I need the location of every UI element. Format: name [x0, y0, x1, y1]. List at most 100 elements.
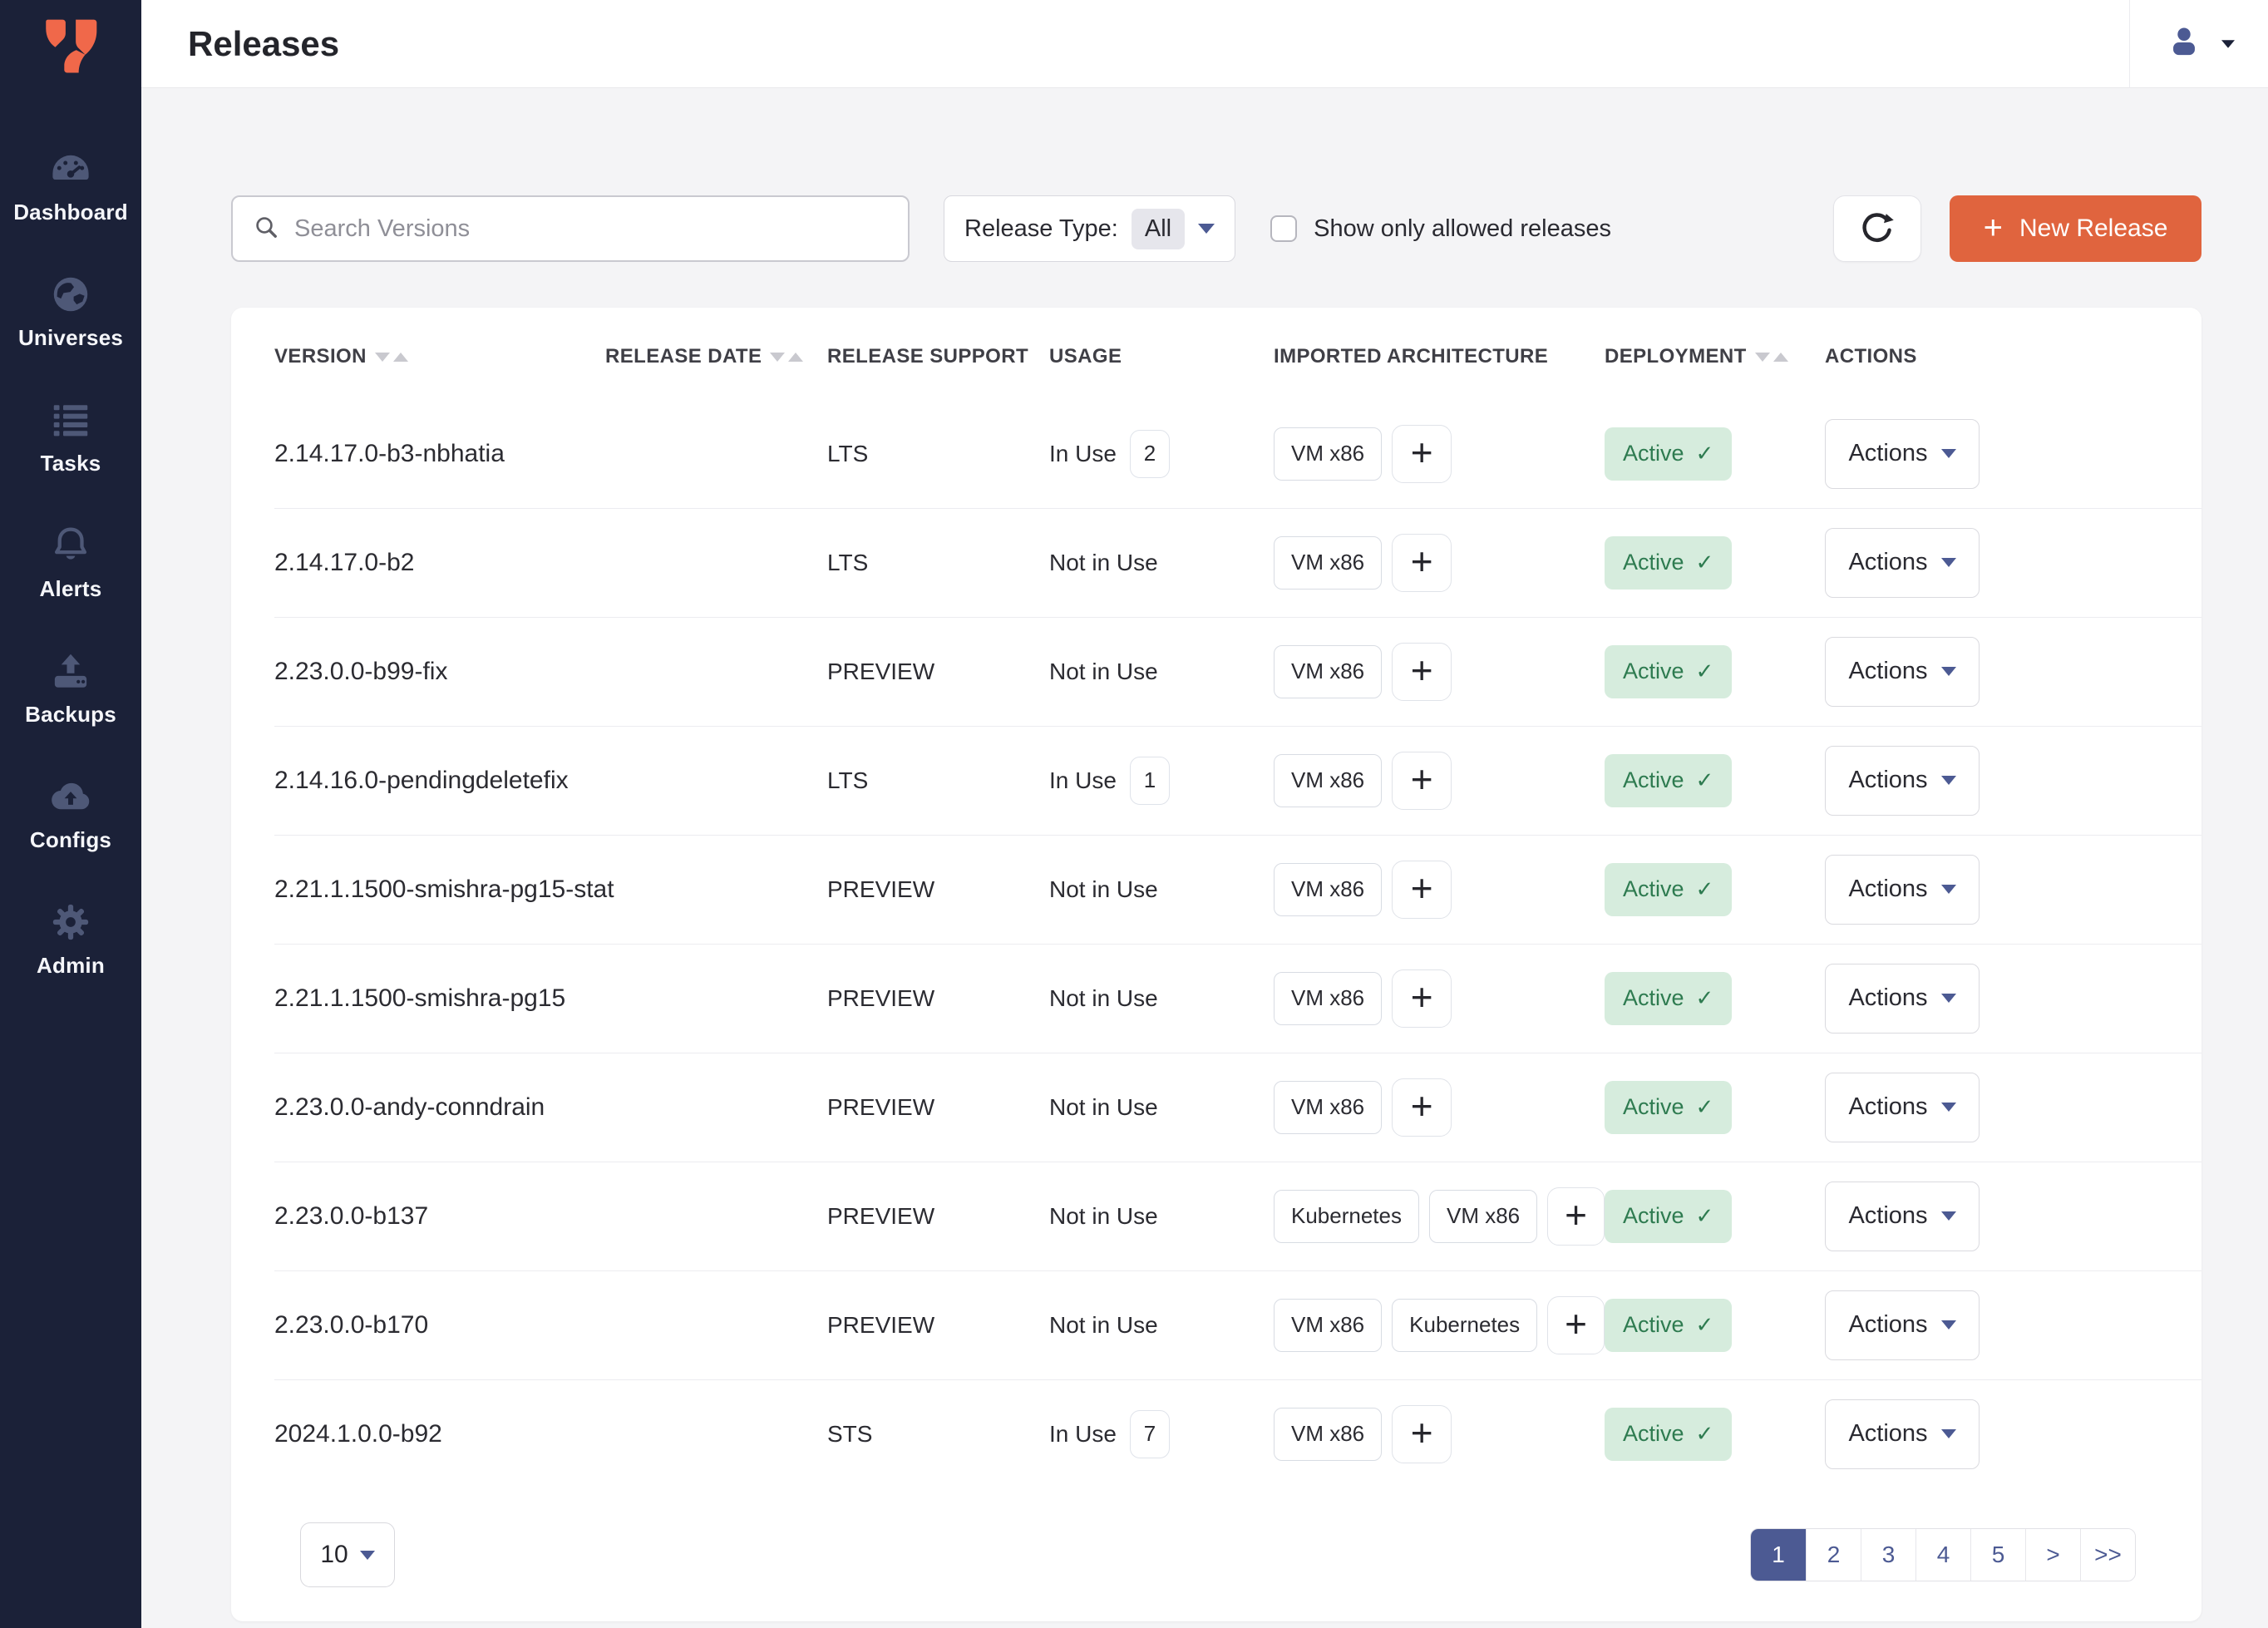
sidebar-item-universes[interactable]: Universes — [0, 272, 141, 351]
sort-icons[interactable] — [770, 353, 803, 362]
column-label: RELEASE DATE — [605, 344, 762, 369]
imported-architecture-cell: VM x86+ — [1274, 643, 1605, 701]
usage-text: Not in Use — [1049, 1312, 1158, 1339]
check-icon: ✓ — [1696, 767, 1714, 793]
release-support-cell: PREVIEW — [827, 985, 1049, 1012]
actions-button-label: Actions — [1848, 549, 1927, 576]
add-architecture-button[interactable]: + — [1392, 969, 1452, 1028]
chevron-down-icon — [1198, 224, 1215, 234]
column-label: RELEASE SUPPORT — [827, 344, 1028, 369]
sidebar-item-configs[interactable]: Configs — [0, 774, 141, 853]
actions-button[interactable]: Actions — [1825, 964, 1980, 1034]
releases-table-card: VERSION RELEASE DATE RELEASE SUPPORT USA… — [231, 308, 2201, 1621]
table-row: 2.21.1.1500-smishra-pg15-stat PREVIEW No… — [231, 835, 2201, 944]
column-header-version[interactable]: VERSION — [274, 344, 605, 369]
actions-button[interactable]: Actions — [1825, 855, 1980, 925]
chevron-down-icon — [1941, 1211, 1956, 1221]
version-cell: 2024.1.0.0-b92 — [274, 1420, 605, 1448]
add-architecture-button[interactable]: + — [1392, 425, 1452, 483]
deployment-status-badge: Active ✓ — [1605, 427, 1732, 481]
new-release-button[interactable]: + New Release — [1950, 195, 2201, 262]
actions-cell: Actions — [1825, 1399, 2201, 1469]
add-architecture-button[interactable]: + — [1547, 1296, 1605, 1354]
show-allowed-releases-checkbox[interactable]: Show only allowed releases — [1270, 215, 1611, 243]
sidebar-item-dashboard[interactable]: Dashboard — [0, 146, 141, 225]
checkbox-icon[interactable] — [1270, 215, 1297, 242]
release-type-dropdown[interactable]: Release Type: All — [944, 195, 1235, 262]
version-cell: 2.14.17.0-b3-nbhatia — [274, 440, 605, 468]
table-row: 2.14.17.0-b2 LTS Not in Use VM x86+ Acti… — [231, 508, 2201, 617]
actions-cell: Actions — [1825, 419, 2201, 489]
user-menu[interactable] — [2129, 0, 2268, 87]
deployment-status-text: Active — [1623, 876, 1684, 902]
check-icon: ✓ — [1696, 1421, 1714, 1447]
table-row: 2.21.1.1500-smishra-pg15 PREVIEW Not in … — [231, 944, 2201, 1053]
sidebar-item-backups[interactable]: Backups — [0, 649, 141, 728]
deployment-status-text: Active — [1623, 1094, 1684, 1120]
dashboard-icon — [48, 146, 93, 191]
actions-button[interactable]: Actions — [1825, 1073, 1980, 1142]
add-architecture-button[interactable]: + — [1392, 752, 1452, 810]
actions-button[interactable]: Actions — [1825, 419, 1980, 489]
deployment-cell: Active ✓ — [1605, 1190, 1825, 1243]
table-row: 2.23.0.0-b99-fix PREVIEW Not in Use VM x… — [231, 617, 2201, 726]
actions-button[interactable]: Actions — [1825, 746, 1980, 816]
usage-cell: In Use 7 — [1049, 1410, 1274, 1458]
usage-cell: Not in Use — [1049, 1203, 1274, 1230]
check-icon: ✓ — [1696, 985, 1714, 1011]
usage-text: In Use — [1049, 767, 1117, 794]
column-header-deployment[interactable]: DEPLOYMENT — [1605, 344, 1825, 369]
imported-architecture-cell: VM x86+ — [1274, 861, 1605, 919]
page-button-4[interactable]: 4 — [1915, 1529, 1970, 1581]
column-header-release-date[interactable]: RELEASE DATE — [605, 344, 827, 369]
actions-button[interactable]: Actions — [1825, 1182, 1980, 1251]
page-button-5[interactable]: 5 — [1970, 1529, 2025, 1581]
page-button-2[interactable]: 2 — [1806, 1529, 1861, 1581]
architecture-chip: Kubernetes — [1274, 1190, 1419, 1243]
sidebar-item-label: Alerts — [40, 576, 102, 602]
architecture-chip: VM x86 — [1274, 1408, 1382, 1461]
usage-text: In Use — [1049, 441, 1117, 467]
page-button-1[interactable]: 1 — [1751, 1529, 1806, 1581]
add-architecture-button[interactable]: + — [1392, 1078, 1452, 1137]
next-page-button[interactable]: > — [2025, 1529, 2080, 1581]
table-footer: 10 12345>>> — [231, 1488, 2201, 1621]
page-size-select[interactable]: 10 — [300, 1522, 395, 1587]
architecture-chip: VM x86 — [1429, 1190, 1537, 1243]
column-label: DEPLOYMENT — [1605, 344, 1747, 369]
architecture-chip: VM x86 — [1274, 645, 1382, 698]
add-architecture-button[interactable]: + — [1392, 534, 1452, 592]
actions-button[interactable]: Actions — [1825, 1290, 1980, 1360]
actions-button-label: Actions — [1848, 876, 1927, 903]
last-page-button[interactable]: >> — [2080, 1529, 2135, 1581]
add-architecture-button[interactable]: + — [1392, 861, 1452, 919]
check-icon: ✓ — [1696, 659, 1714, 684]
architecture-chip: VM x86 — [1274, 972, 1382, 1025]
search-input[interactable] — [294, 215, 888, 243]
actions-button[interactable]: Actions — [1825, 1399, 1980, 1469]
release-support-cell: PREVIEW — [827, 876, 1049, 903]
sidebar-item-alerts[interactable]: Alerts — [0, 523, 141, 602]
sort-icons[interactable] — [1755, 353, 1788, 362]
usage-cell: Not in Use — [1049, 550, 1274, 576]
deployment-cell: Active ✓ — [1605, 972, 1825, 1025]
page-button-3[interactable]: 3 — [1861, 1529, 1915, 1581]
actions-button[interactable]: Actions — [1825, 528, 1980, 598]
yugabyte-logo-icon[interactable] — [36, 12, 106, 81]
sidebar-item-admin[interactable]: Admin — [0, 900, 141, 979]
add-architecture-button[interactable]: + — [1392, 643, 1452, 701]
sidebar-item-tasks[interactable]: Tasks — [0, 397, 141, 476]
actions-button[interactable]: Actions — [1825, 637, 1980, 707]
sort-icons[interactable] — [375, 353, 408, 362]
imported-architecture-cell: KubernetesVM x86+ — [1274, 1187, 1605, 1246]
refresh-button[interactable] — [1833, 195, 1921, 262]
add-architecture-button[interactable]: + — [1547, 1187, 1605, 1246]
add-architecture-button[interactable]: + — [1392, 1405, 1452, 1463]
backups-icon — [48, 649, 93, 693]
actions-cell: Actions — [1825, 528, 2201, 598]
usage-text: Not in Use — [1049, 985, 1158, 1012]
version-cell: 2.23.0.0-b137 — [274, 1202, 605, 1231]
actions-cell: Actions — [1825, 964, 2201, 1034]
deployment-status-text: Active — [1623, 1421, 1684, 1447]
deployment-cell: Active ✓ — [1605, 536, 1825, 590]
